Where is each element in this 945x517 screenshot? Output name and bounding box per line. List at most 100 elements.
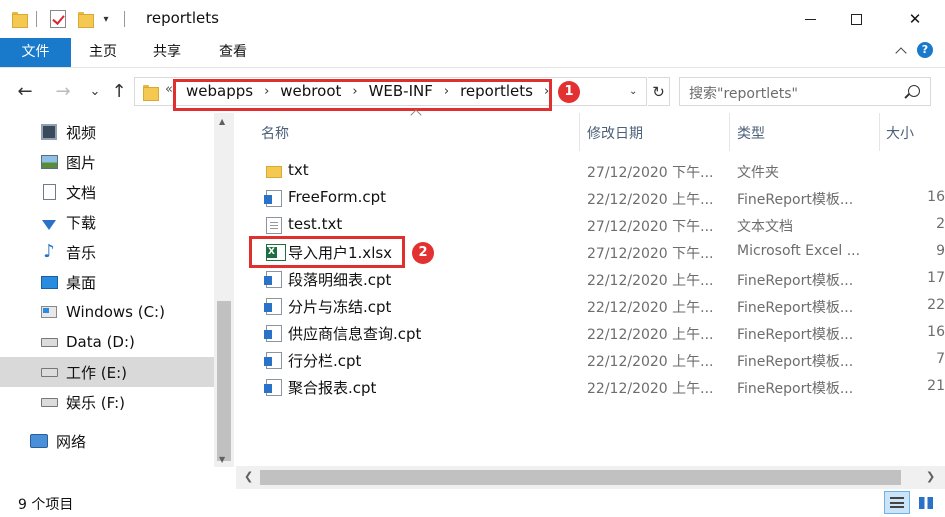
file-row[interactable]: 分片与冻结.cpt 22/12/2020 上午... FineReport模板.… [236, 293, 945, 320]
file-type: 文件夹 [737, 165, 779, 181]
video-icon [40, 124, 58, 140]
file-size: 17 [927, 270, 945, 286]
details-view-button[interactable] [884, 491, 910, 514]
search-icon [908, 85, 920, 97]
cpt-file-icon [264, 325, 282, 342]
status-bar: 9 个项目 [0, 489, 945, 517]
pictures-icon [40, 154, 58, 170]
sidebar-item-pictures[interactable]: 图片 [0, 147, 214, 177]
scrollbar-thumb[interactable] [260, 470, 901, 485]
file-row[interactable]: 行分栏.cpt 22/12/2020 上午... FineReport模板...… [236, 347, 945, 374]
file-row[interactable]: txt 27/12/2020 下午... 文件夹 [236, 158, 945, 185]
desktop-icon [40, 274, 58, 290]
properties-icon[interactable] [48, 9, 68, 29]
column-divider[interactable] [879, 113, 880, 151]
address-history-dropdown[interactable]: ⌄ [629, 86, 637, 97]
forward-button[interactable]: → [52, 77, 74, 105]
minimize-icon [804, 18, 816, 20]
file-date: 27/12/2020 下午... [587, 219, 714, 235]
large-icons-view-button[interactable] [913, 491, 939, 514]
tab-home[interactable]: 主页 [83, 38, 123, 67]
separator [36, 11, 37, 27]
file-name: 供应商信息查询.cpt [288, 325, 422, 343]
horizontal-scrollbar[interactable]: ❮ ❯ [236, 466, 945, 489]
maximize-button[interactable] [833, 0, 879, 38]
scroll-left-icon[interactable]: ❮ [244, 470, 253, 483]
minimize-button[interactable] [787, 0, 833, 38]
sidebar-scrollbar[interactable]: ▲ ▼ [214, 113, 234, 467]
scrollbar-thumb[interactable] [217, 301, 231, 461]
sidebar-item-drive-e[interactable]: 工作 (E:) [0, 357, 214, 387]
up-button[interactable]: ↑ [108, 77, 130, 105]
tab-share[interactable]: 共享 [147, 38, 187, 67]
location-folder-icon [143, 84, 159, 101]
search-box[interactable]: 搜索"reportlets" [679, 77, 931, 106]
new-folder-icon[interactable] [76, 9, 94, 29]
sidebar-item-drive-c[interactable]: Windows (C:) [0, 297, 214, 327]
file-date: 27/12/2020 下午... [587, 165, 714, 181]
file-date: 27/12/2020 下午... [587, 246, 714, 262]
sidebar-item-drive-d[interactable]: Data (D:) [0, 327, 214, 357]
file-size: 7 [936, 351, 945, 367]
file-type: FineReport模板... [737, 192, 854, 208]
file-name: 段落明细表.cpt [288, 271, 392, 289]
search-placeholder: 搜索"reportlets" [689, 86, 798, 102]
file-type: 文本文档 [737, 219, 793, 235]
tab-view[interactable]: 查看 [213, 38, 253, 67]
documents-icon [40, 184, 58, 200]
sidebar-item-drive-f[interactable]: 娱乐 (F:) [0, 387, 214, 417]
column-date[interactable]: 修改日期 [587, 123, 643, 143]
column-size[interactable]: 大小 [886, 123, 914, 143]
sidebar-item-videos[interactable]: 视频 [0, 117, 214, 147]
scroll-right-icon[interactable]: ❯ [926, 470, 935, 483]
cpt-file-icon [264, 298, 282, 315]
separator [124, 11, 125, 27]
sidebar-item-network[interactable]: 网络 [0, 426, 214, 456]
back-button[interactable]: ← [14, 77, 36, 105]
refresh-button[interactable]: ↻ [648, 77, 670, 106]
file-type: FineReport模板... [737, 300, 854, 316]
sidebar-item-downloads[interactable]: 下载 [0, 207, 214, 237]
drive-icon [40, 364, 58, 380]
file-row[interactable]: test.txt 27/12/2020 下午... 文本文档 2 [236, 212, 945, 239]
scroll-up-icon[interactable]: ▲ [219, 117, 225, 126]
overflow-crumbs[interactable]: « [165, 82, 173, 97]
file-row[interactable]: 聚合报表.cpt 22/12/2020 上午... FineReport模板..… [236, 374, 945, 401]
file-name: test.txt [288, 215, 343, 233]
recent-locations-button[interactable]: ⌄ [84, 77, 106, 105]
help-icon[interactable]: ? [917, 42, 933, 58]
file-list: 名称 修改日期 类型 大小 txt 27/12/2020 下午... 文件夹 F… [236, 109, 945, 489]
sidebar-item-music[interactable]: ♪ 音乐 [0, 237, 214, 267]
step-badge-2: 2 [412, 242, 434, 264]
file-date: 22/12/2020 上午... [587, 192, 714, 208]
customize-toolbar-icon[interactable]: ▾ [100, 9, 112, 29]
sidebar-item-label: 下载 [66, 213, 97, 232]
file-size: 21 [927, 378, 945, 394]
sidebar-item-label: 网络 [56, 432, 87, 451]
column-name[interactable]: 名称 [261, 123, 289, 143]
scroll-down-icon[interactable]: ▼ [219, 455, 225, 464]
file-date: 22/12/2020 上午... [587, 354, 714, 370]
file-row[interactable]: 段落明细表.cpt 22/12/2020 上午... FineReport模板.… [236, 266, 945, 293]
folder-icon [10, 9, 28, 29]
sidebar-item-label: 音乐 [66, 243, 97, 262]
sidebar-item-desktop[interactable]: 桌面 [0, 267, 214, 297]
ribbon: 文件 主页 共享 查看 ? [0, 38, 945, 68]
sidebar-item-documents[interactable]: 文档 [0, 177, 214, 207]
file-row[interactable]: FreeForm.cpt 22/12/2020 上午... FineReport… [236, 185, 945, 212]
file-size: 16 [927, 324, 945, 340]
column-header: 名称 修改日期 类型 大小 [236, 109, 945, 151]
details-view-icon [890, 497, 904, 508]
collapse-ribbon-icon[interactable] [895, 46, 907, 59]
cpt-file-icon [264, 352, 282, 369]
column-divider[interactable] [729, 113, 730, 151]
column-type[interactable]: 类型 [737, 123, 765, 143]
file-row[interactable]: 供应商信息查询.cpt 22/12/2020 上午... FineReport模… [236, 320, 945, 347]
title-bar: ▾ reportlets ✕ [0, 0, 945, 38]
file-size: 2 [936, 216, 945, 232]
close-button[interactable]: ✕ [892, 0, 938, 38]
column-divider[interactable] [579, 113, 580, 151]
tab-file[interactable]: 文件 [0, 38, 71, 67]
file-type: FineReport模板... [737, 327, 854, 343]
file-name: 聚合报表.cpt [288, 379, 377, 397]
